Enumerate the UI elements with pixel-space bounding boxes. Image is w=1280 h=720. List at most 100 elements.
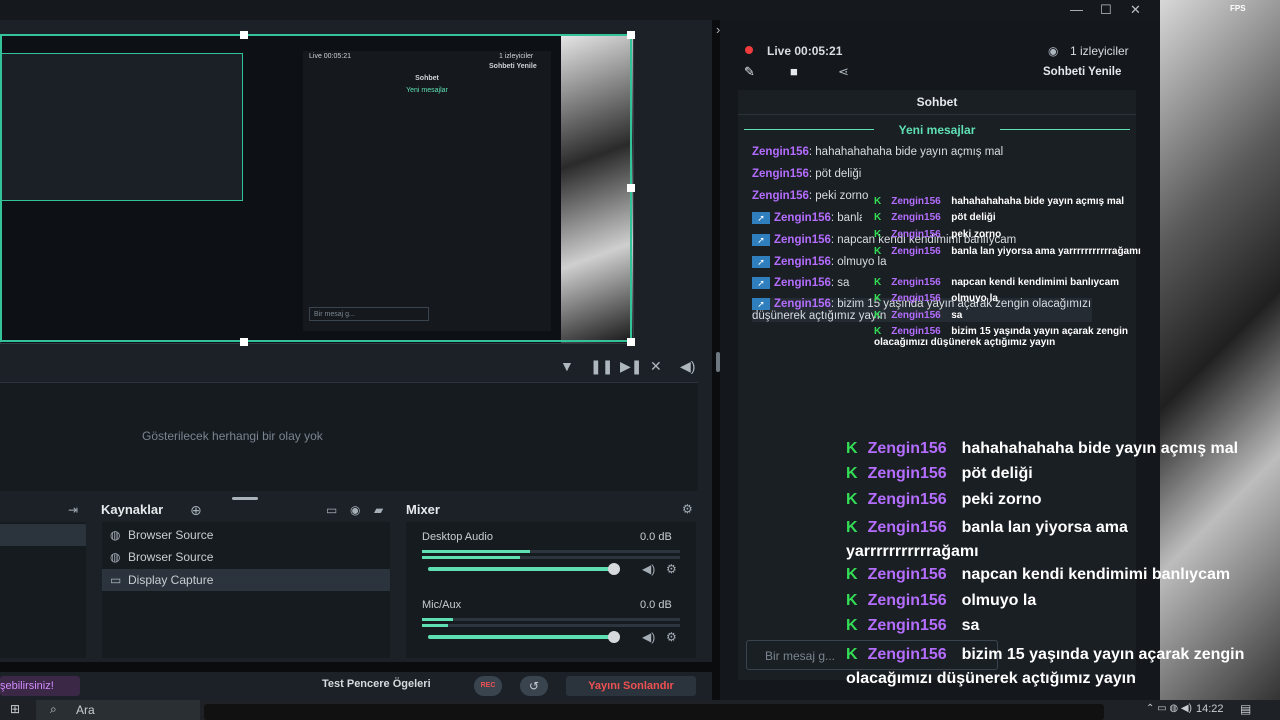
search-icon: ⌕ (50, 702, 57, 716)
speaker-icon[interactable]: ◀) (642, 630, 655, 644)
overlay-small-message: K Zengin156 bizim 15 yaşında yayın açarak … (874, 326, 1128, 348)
badge-icon: ➚ (752, 212, 770, 224)
close-button[interactable]: ✕ (1130, 2, 1141, 18)
pause-icon[interactable]: ❚❚ (590, 358, 613, 375)
source-item[interactable]: ◍ Browser Source (102, 524, 390, 546)
gear-icon[interactable]: ⚙ (682, 502, 693, 516)
badge-icon: ➚ (752, 256, 770, 268)
resize-handle-right[interactable] (627, 184, 635, 192)
chat-message: Zengin156: hahahahahaha bide yayın açmış… (752, 146, 1004, 158)
camera-icon[interactable]: ■ (790, 64, 798, 79)
notifications-icon[interactable]: ▤ (1240, 702, 1251, 716)
events-empty-text: Gösterilecek herhangi bir olay yok (142, 429, 323, 443)
folder-icon[interactable]: ▰ (374, 503, 383, 517)
overlay-small-message: K Zengin156 sa (874, 310, 963, 321)
overlay-message: K Zengin156 pöt deliği (846, 465, 1033, 482)
globe-icon: ◍ (110, 550, 121, 564)
source-item-selected[interactable]: ▭ Display Capture (102, 569, 390, 591)
resize-handle-top[interactable] (240, 31, 248, 39)
refresh-chat-button[interactable]: Sohbeti Yenile (1043, 66, 1121, 78)
minimize-button[interactable]: — (1070, 2, 1083, 17)
kick-icon: K (846, 617, 858, 634)
gear-icon[interactable]: ⚙ (666, 630, 677, 644)
fps-counter: FPS (1230, 4, 1246, 13)
kick-icon: K (846, 491, 858, 508)
chat-message: ➚ Zengin156: sa (752, 277, 849, 289)
new-messages-divider: Yeni mesajlar (744, 123, 1130, 137)
viewer-count: 1 izleyiciler (1070, 44, 1129, 58)
dock-resize-handle[interactable] (232, 497, 258, 500)
audio-meter (422, 550, 680, 553)
mute-alerts-icon[interactable]: ✕ (650, 358, 662, 375)
desktop-wallpaper (1160, 0, 1280, 700)
chat-message: Zengin156: pöt deliği (752, 168, 862, 180)
layout-icon[interactable]: ▭ (326, 503, 337, 517)
chat-title: Sohbet (738, 90, 1136, 115)
volume-slider-knob[interactable] (608, 563, 620, 575)
overlay-small-message: K Zengin156 banla lan yiyorsa ama yarrrrrr… (874, 246, 1141, 257)
preview-selection-box[interactable] (0, 34, 632, 342)
badge-icon: ➚ (752, 277, 770, 289)
filter-icon[interactable]: ▼ (560, 358, 574, 374)
skip-icon[interactable]: ▶❚ (620, 358, 643, 375)
badge-icon: ➚ (752, 234, 770, 246)
mixer-channel-db: 0.0 dB (640, 599, 672, 611)
record-button[interactable]: REC (474, 676, 502, 696)
chat-message: ➚Zengin156: banla lan yiyorsa ama yarrrr… (752, 212, 862, 224)
volume-icon[interactable]: ◀) (680, 358, 695, 375)
monitor-icon: ▭ (110, 573, 122, 587)
add-source-icon[interactable]: ⊕ (190, 502, 202, 519)
mixer-channel-label: Mic/Aux (422, 599, 462, 611)
chevron-right-icon[interactable]: › (716, 22, 720, 37)
resize-handle-bottom[interactable] (240, 338, 248, 346)
volume-slider[interactable] (428, 567, 614, 571)
scenes-panel (0, 522, 86, 658)
overlay-message: K Zengin156 bizim 15 yaşında yayın açarak … (846, 646, 1245, 687)
discover-banner[interactable]: şebilirsiniz! (0, 676, 80, 696)
eye-icon: ◉ (1048, 44, 1059, 58)
edit-icon[interactable]: ✎ (744, 64, 755, 80)
source-item[interactable]: ◍ Browser Source (102, 546, 390, 568)
kick-icon: K (846, 592, 858, 609)
window-titlebar (0, 0, 1160, 20)
eye-icon[interactable]: ◉ (350, 503, 360, 517)
maximize-button[interactable]: ☐ (1100, 2, 1112, 18)
resize-handle-bottom-right[interactable] (627, 338, 635, 346)
chat-message: ➚ Zengin156: olmuyo la (752, 256, 887, 268)
test-widgets-button[interactable]: Test Pencere Ögeleri (322, 678, 431, 690)
mixer-title: Mixer (406, 502, 440, 517)
overlay-small-message: K Zengin156 hahahahahaha bide yayın açmış … (874, 196, 1125, 207)
volume-slider[interactable] (428, 635, 614, 639)
scene-item-selected[interactable] (0, 524, 86, 546)
taskbar-app-area[interactable] (204, 704, 1104, 720)
chat-message: Zengin156: peki zorno (752, 190, 869, 202)
kick-icon: K (846, 465, 858, 482)
new-messages-label: Yeni mesajlar (898, 123, 976, 137)
kick-icon: K (846, 440, 858, 457)
overlay-small-message: K Zengin156 pöt deliği (874, 212, 996, 223)
tray-icons[interactable]: ⌃ ▭ ◍ ◀) (1146, 703, 1192, 714)
audio-meter (422, 618, 680, 621)
replay-icon[interactable]: ↺ (520, 676, 548, 696)
clock: 14:22 (1196, 703, 1224, 715)
overlay-small-message: K Zengin156 olmuyo la (874, 293, 998, 304)
taskbar-search[interactable]: ⌕ Ara (36, 700, 200, 720)
badge-icon: ➚ (752, 298, 770, 310)
sources-title: Kaynaklar (101, 502, 164, 517)
speaker-icon[interactable]: ◀) (642, 562, 655, 576)
recent-events-panel (0, 382, 698, 491)
end-stream-button[interactable]: Yayını Sonlandır (566, 676, 696, 696)
share-icon[interactable]: ⋖ (838, 64, 849, 80)
overlay-message: K Zengin156 banla lan yiyorsa ama yarrrrrr… (846, 519, 1128, 560)
overlay-message: K Zengin156 peki zorno (846, 491, 1042, 508)
overlay-message: K Zengin156 olmuyo la (846, 592, 1037, 609)
collapse-icon[interactable]: ⇥ (68, 503, 78, 517)
windows-start-icon[interactable]: ⊞ (10, 702, 20, 716)
globe-icon: ◍ (110, 528, 121, 542)
search-label: Ara (76, 703, 95, 717)
volume-slider-knob[interactable] (608, 631, 620, 643)
resize-handle-top-right[interactable] (627, 31, 635, 39)
audio-meter (422, 624, 680, 627)
gear-icon[interactable]: ⚙ (666, 562, 677, 576)
overlay-message: K Zengin156 sa (846, 617, 980, 634)
